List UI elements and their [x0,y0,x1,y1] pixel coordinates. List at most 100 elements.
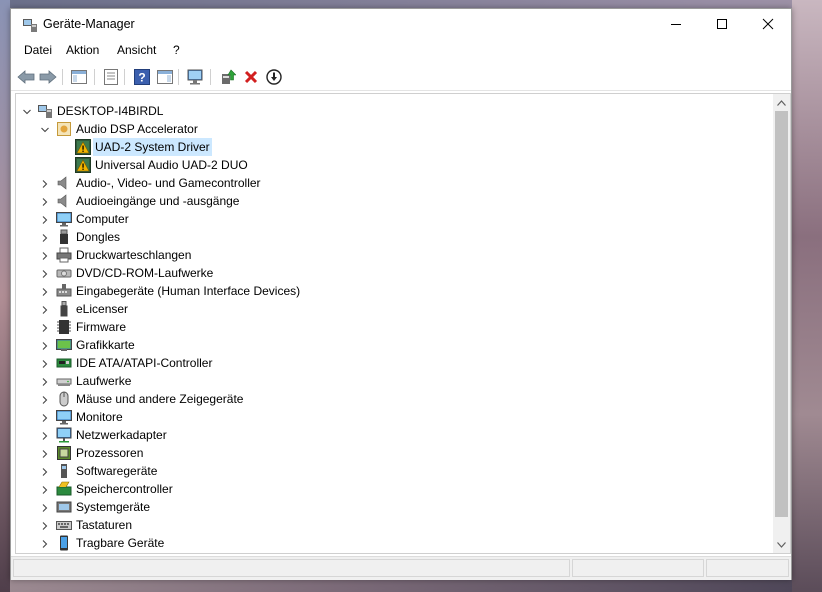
menu-datei[interactable]: Datei [24,43,52,57]
collapse-chevron-icon[interactable] [40,124,50,134]
tree-node-label[interactable]: Softwaregeräte [74,462,159,480]
tree-node-label[interactable]: Monitore [74,408,125,426]
tree-category[interactable]: Audioeingänge und -ausgänge [16,192,776,210]
minimize-button[interactable] [653,9,699,39]
tree-node-label[interactable]: DVD/CD-ROM-Laufwerke [74,264,215,282]
tree-node-label[interactable]: Audio DSP Accelerator [74,120,200,138]
tree-category[interactable]: Druckwarteschlangen [16,246,776,264]
expand-chevron-icon[interactable] [40,412,50,422]
tree-category[interactable]: Laufwerke [16,372,776,390]
expand-chevron-icon[interactable] [40,286,50,296]
device-tree[interactable]: DESKTOP-I4BIRDL Audio DSP Accelerator UAD-… [15,93,791,554]
expand-chevron-icon[interactable] [40,232,50,242]
expand-chevron-icon[interactable] [40,250,50,260]
tree-category[interactable]: Tragbare Geräte [16,534,776,552]
tree-node-label[interactable]: Computer [74,210,131,228]
tree-category[interactable]: DVD/CD-ROM-Laufwerke [16,264,776,282]
tree-node-label[interactable]: Dongles [74,228,122,246]
menu-ansicht[interactable]: Ansicht [117,43,156,57]
tree-category[interactable]: Dongles [16,228,776,246]
expand-chevron-icon[interactable] [40,358,50,368]
tree-category[interactable]: Audio-, Video- und Gamecontroller [16,174,776,192]
tree-category[interactable]: Prozessoren [16,444,776,462]
scrollbar-thumb[interactable] [775,111,788,517]
tree-category-expanded[interactable]: Audio DSP Accelerator [16,120,776,138]
expand-chevron-icon[interactable] [40,304,50,314]
tree-node-label[interactable]: USB-Controller [74,552,159,553]
forward-arrow-icon[interactable] [38,67,58,87]
tree-category[interactable]: Softwaregeräte [16,462,776,480]
tree-category[interactable]: Mäuse und andere Zeigegeräte [16,390,776,408]
show-hide-tree-icon[interactable] [69,67,89,87]
expand-chevron-icon[interactable] [40,520,50,530]
tree-root[interactable]: DESKTOP-I4BIRDL [16,102,776,120]
expand-chevron-icon[interactable] [40,448,50,458]
expand-chevron-icon[interactable] [40,430,50,440]
tree-category[interactable]: Eingabegeräte (Human Interface Devices) [16,282,776,300]
tree-node-label[interactable]: Druckwarteschlangen [74,246,193,264]
tree-node-label[interactable]: eLicenser [74,300,130,318]
tree-node-label[interactable]: Tragbare Geräte [74,534,166,552]
scan-hardware-icon[interactable] [186,67,206,87]
tree-node-label[interactable]: Eingabegeräte (Human Interface Devices) [74,282,302,300]
tree-category[interactable]: eLicenser [16,300,776,318]
tree-category[interactable]: Netzwerkadapter [16,426,776,444]
scroll-up-button[interactable] [773,94,790,111]
tree-category[interactable]: Speichercontroller [16,480,776,498]
tree-node-label[interactable]: Speichercontroller [74,480,175,498]
vertical-scrollbar[interactable] [773,94,790,553]
expand-chevron-icon[interactable] [40,322,50,332]
tree-node-label[interactable]: Prozessoren [74,444,145,462]
tree-category[interactable]: Computer [16,210,776,228]
maximize-button[interactable] [699,9,745,39]
expand-chevron-icon[interactable] [40,214,50,224]
tree-node-label[interactable]: IDE ATA/ATAPI-Controller [74,354,214,372]
back-arrow-icon[interactable] [16,67,36,87]
tree-node-label[interactable]: UAD-2 System Driver [93,138,212,156]
properties-icon[interactable] [101,67,121,87]
tree-node-label[interactable]: Systemgeräte [74,498,152,516]
title-bar[interactable]: Geräte-Manager [11,9,791,39]
tree-category[interactable]: Firmware [16,318,776,336]
tree-node-label[interactable]: Mäuse und andere Zeigegeräte [74,390,245,408]
tree-node-label[interactable]: Universal Audio UAD-2 DUO [93,156,250,174]
tree-node-label[interactable]: Grafikkarte [74,336,137,354]
scroll-down-button[interactable] [773,536,790,553]
device-manager-icon [22,17,38,33]
tree-category[interactable]: Systemgeräte [16,498,776,516]
tree-category[interactable]: Tastaturen [16,516,776,534]
expand-chevron-icon[interactable] [40,394,50,404]
expand-chevron-icon[interactable] [40,538,50,548]
tree-category[interactable]: Grafikkarte [16,336,776,354]
expand-chevron-icon[interactable] [40,466,50,476]
tree-node-label[interactable]: Firmware [74,318,128,336]
action-pane-icon[interactable] [155,67,175,87]
tree-node-label[interactable]: Laufwerke [74,372,133,390]
menu-help[interactable]: ? [173,43,180,57]
tree-category[interactable]: USB-Controller [16,552,776,553]
expand-chevron-icon[interactable] [40,340,50,350]
expand-chevron-icon[interactable] [40,376,50,386]
uninstall-icon[interactable] [241,67,261,87]
expand-chevron-icon[interactable] [40,484,50,494]
expand-chevron-icon[interactable] [40,502,50,512]
expand-chevron-icon[interactable] [40,268,50,278]
tree-node-label[interactable]: Tastaturen [74,516,134,534]
help-icon[interactable]: ? [132,67,152,87]
tree-category[interactable]: IDE ATA/ATAPI-Controller [16,354,776,372]
tree-node-label[interactable]: Audio-, Video- und Gamecontroller [74,174,263,192]
menu-aktion[interactable]: Aktion [66,43,99,57]
tree-device[interactable]: UAD-2 System Driver [16,138,776,156]
tree-node-label[interactable]: Audioeingänge und -ausgänge [74,192,241,210]
close-button[interactable] [745,9,791,39]
update-driver-icon[interactable] [218,67,238,87]
expand-chevron-icon[interactable] [40,178,50,188]
tree-category[interactable]: Monitore [16,408,776,426]
collapse-chevron-icon[interactable] [22,106,32,116]
tree-node-label[interactable]: Netzwerkadapter [74,426,169,444]
warn-device-icon [75,157,91,173]
expand-chevron-icon[interactable] [40,196,50,206]
tree-device[interactable]: Universal Audio UAD-2 DUO [16,156,776,174]
tree-node-label[interactable]: DESKTOP-I4BIRDL [55,102,165,120]
disable-device-icon[interactable] [264,67,284,87]
